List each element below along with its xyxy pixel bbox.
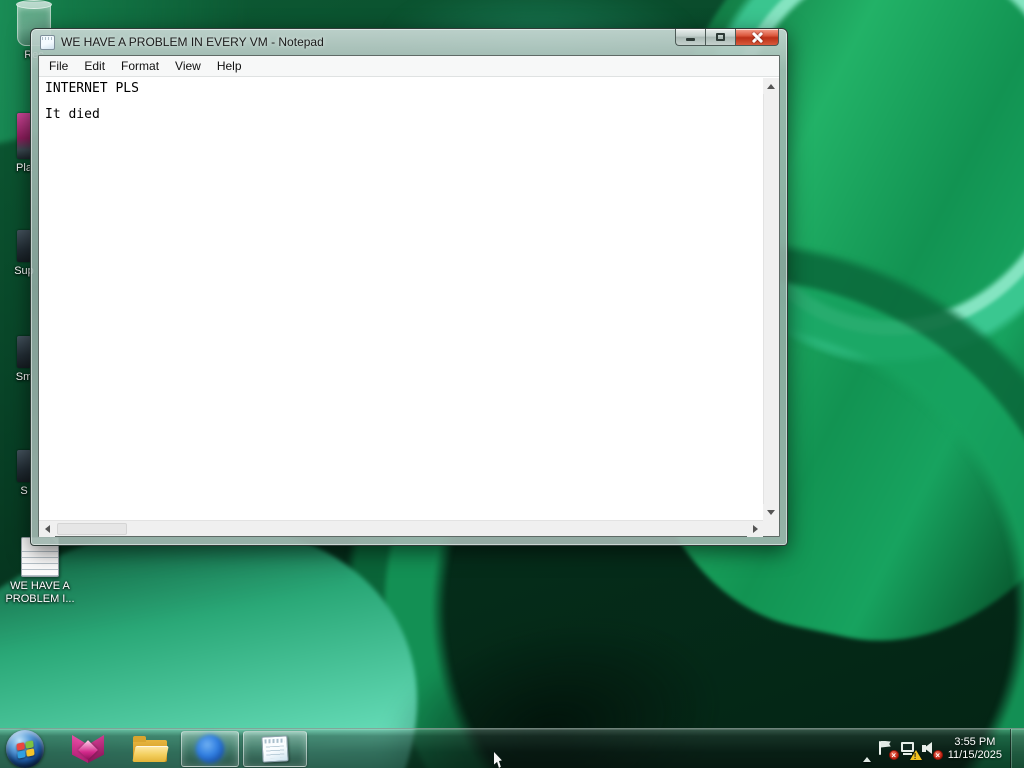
desktop-icon-label-line1: WE HAVE A bbox=[10, 580, 70, 592]
chevron-up-icon bbox=[862, 739, 871, 762]
scroll-up-button[interactable] bbox=[763, 78, 779, 94]
system-tray: × ! × 3:55 PM 11/15/2025 bbox=[858, 728, 1024, 768]
desktop-icon-label-line2: PROBLEM I... bbox=[5, 593, 75, 605]
volume-button[interactable]: × bbox=[921, 740, 943, 760]
document-text[interactable]: INTERNET PLS It died bbox=[45, 82, 761, 518]
scroll-left-button[interactable] bbox=[39, 521, 55, 537]
menu-help[interactable]: Help bbox=[209, 56, 250, 76]
start-button[interactable] bbox=[6, 730, 44, 768]
arrow-left-icon bbox=[44, 525, 50, 533]
clock-time: 3:55 PM bbox=[954, 735, 996, 748]
error-badge-icon: × bbox=[888, 749, 899, 760]
minimize-icon bbox=[686, 37, 695, 41]
window-client-area: File Edit Format View Help INTERNET PLS … bbox=[38, 55, 780, 537]
taskbar-explorer-button[interactable] bbox=[132, 732, 169, 766]
clock-date: 11/15/2025 bbox=[947, 748, 1002, 761]
desktop-icon-problem-file[interactable]: WE HAVE A PROBLEM I... bbox=[0, 537, 80, 606]
taskbar-pink-app-button[interactable] bbox=[70, 732, 106, 766]
arrow-down-icon bbox=[767, 509, 775, 515]
network-status-button[interactable]: ! bbox=[899, 740, 922, 761]
text-edit-area[interactable]: INTERNET PLS It died bbox=[39, 78, 779, 537]
horizontal-scrollbar[interactable] bbox=[39, 520, 763, 537]
windows-logo-icon bbox=[15, 739, 35, 759]
notepad-window: WE HAVE A PROBLEM IN EVERY VM - Notepad … bbox=[30, 28, 788, 546]
taskbar: × ! × 3:55 PM 11/15/2025 bbox=[0, 728, 1024, 768]
show-hidden-icons-button[interactable] bbox=[858, 739, 876, 762]
maximize-button[interactable] bbox=[705, 29, 735, 46]
taskbar-notepad-button[interactable] bbox=[243, 731, 307, 767]
menu-bar: File Edit Format View Help bbox=[39, 56, 779, 77]
pink-app-icon bbox=[72, 735, 104, 763]
muted-badge-icon: × bbox=[932, 749, 943, 760]
horizontal-scroll-thumb[interactable] bbox=[57, 523, 127, 535]
app-thumbnail-icon bbox=[17, 450, 31, 482]
folder-icon bbox=[132, 736, 169, 762]
window-controls bbox=[675, 29, 779, 46]
menu-file[interactable]: File bbox=[41, 56, 76, 76]
scroll-down-button[interactable] bbox=[763, 504, 779, 520]
close-icon bbox=[752, 32, 763, 43]
notepad-icon bbox=[261, 735, 289, 763]
notepad-app-icon bbox=[40, 35, 55, 50]
menu-edit[interactable]: Edit bbox=[76, 56, 113, 76]
maximize-icon bbox=[716, 33, 725, 41]
blue-app-icon bbox=[196, 735, 224, 763]
taskbar-clock[interactable]: 3:55 PM 11/15/2025 bbox=[948, 736, 1002, 762]
show-desktop-button[interactable] bbox=[1010, 728, 1024, 768]
scroll-right-button[interactable] bbox=[747, 521, 763, 537]
menu-view[interactable]: View bbox=[167, 56, 209, 76]
window-title: WE HAVE A PROBLEM IN EVERY VM - Notepad bbox=[61, 35, 324, 49]
close-button[interactable] bbox=[735, 29, 779, 46]
app-thumbnail-icon bbox=[17, 230, 31, 262]
minimize-button[interactable] bbox=[675, 29, 705, 46]
title-bar[interactable]: WE HAVE A PROBLEM IN EVERY VM - Notepad bbox=[31, 29, 787, 55]
app-thumbnail-icon bbox=[17, 336, 31, 368]
menu-format[interactable]: Format bbox=[113, 56, 167, 76]
vertical-scrollbar[interactable] bbox=[763, 78, 779, 520]
arrow-up-icon bbox=[767, 83, 775, 89]
taskbar-blue-app-button[interactable] bbox=[181, 731, 239, 767]
flag-icon bbox=[878, 740, 881, 755]
action-center-alert-button[interactable]: × bbox=[877, 740, 899, 760]
scrollbar-corner bbox=[763, 520, 779, 536]
arrow-right-icon bbox=[752, 525, 758, 533]
desktop: Rec Pla Sup Sm S WE HAVE A PROBLEM I... … bbox=[0, 0, 1024, 768]
